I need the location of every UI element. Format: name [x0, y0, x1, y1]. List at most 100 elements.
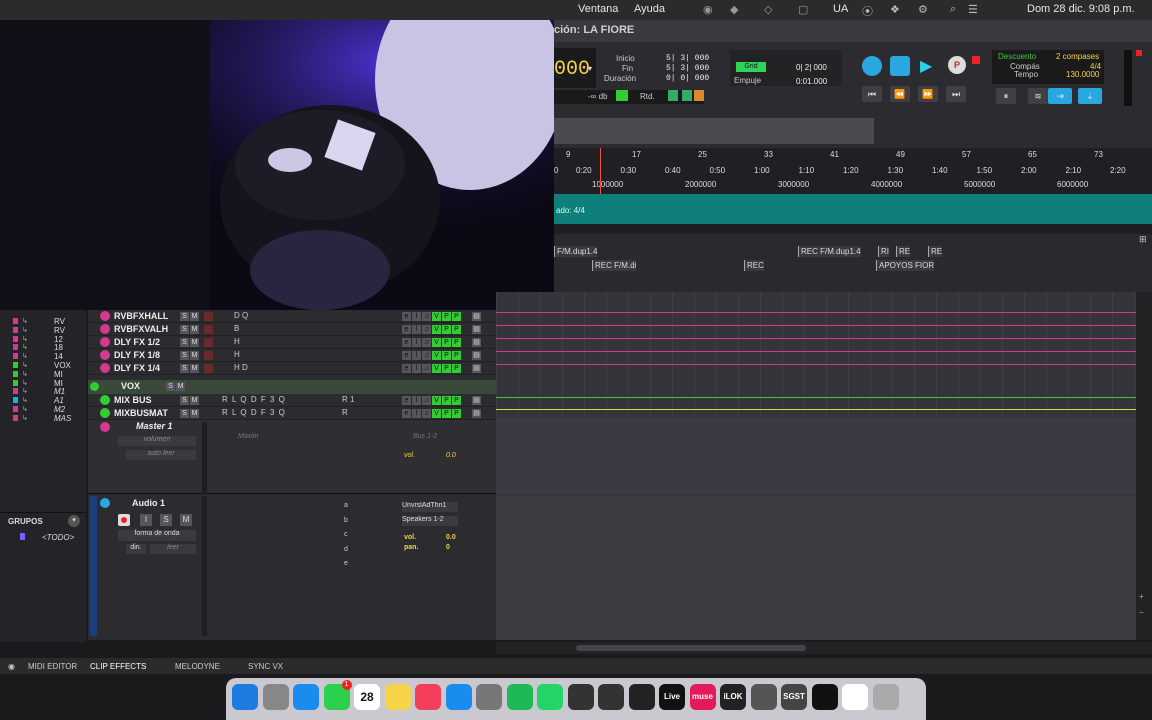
mute-button[interactable]: M: [190, 325, 199, 334]
track-list-item[interactable]: 12: [54, 335, 63, 344]
link-selection-button[interactable]: ⇥: [1048, 88, 1072, 104]
dock-piano-icon[interactable]: [811, 684, 838, 710]
rewind-button[interactable]: ⏪: [890, 86, 910, 102]
menu-ventana[interactable]: Ventana: [578, 3, 618, 15]
dock-live-icon[interactable]: Live: [659, 684, 685, 710]
insert-slots[interactable]: D Q: [234, 311, 248, 320]
inicio-value[interactable]: 5| 3| 000: [666, 54, 709, 63]
automation-line[interactable]: [496, 338, 1136, 339]
track-io-button[interactable]: e: [402, 396, 411, 405]
clock-datetime[interactable]: Dom 28 dic. 9:08 p.m.: [1027, 3, 1135, 15]
vertical-scrollbar[interactable]: + −: [1136, 292, 1152, 640]
track-io-button[interactable]: l: [412, 396, 421, 405]
track-io-button[interactable]: V: [432, 338, 441, 347]
dock-sgst-icon[interactable]: SGST: [781, 684, 807, 710]
marker[interactable]: RE: [928, 246, 943, 257]
marker[interactable]: F/M.dup1.4: [554, 246, 598, 257]
track-select-icon[interactable]: [100, 408, 110, 418]
bus-track-row[interactable]: MIXBUSMAT S M R L Q D F 3 Q Re l ♫ V P P ▤: [88, 407, 496, 420]
dock-ilok-icon[interactable]: iLOK: [720, 684, 746, 710]
dropbox-icon[interactable]: ❖: [890, 3, 900, 16]
track-list-item[interactable]: 14: [54, 352, 63, 361]
mute-button[interactable]: M: [180, 514, 192, 526]
solo-button[interactable]: S: [180, 338, 189, 347]
mute-button[interactable]: M: [190, 409, 199, 418]
midi-merge-icon[interactable]: [668, 90, 678, 101]
mute-button[interactable]: M: [190, 351, 199, 360]
counter-dropdown-icon[interactable]: ▾: [588, 64, 592, 73]
track-io-button[interactable]: ♫: [422, 325, 431, 334]
track-io-button[interactable]: l: [412, 312, 421, 321]
rewind-start-button[interactable]: ⏮: [862, 86, 882, 102]
automation-mode-selector[interactable]: auto leer: [126, 450, 196, 460]
master-track[interactable]: Master 1 volumen auto leer Maxim Bus 1-2 vol.…: [88, 420, 496, 494]
insert-slots[interactable]: H: [234, 350, 240, 359]
insert-slots[interactable]: R L Q D F 3 Q: [222, 395, 286, 404]
horizontal-scrollbar[interactable]: [496, 642, 1152, 654]
track-io-button[interactable]: V: [432, 409, 441, 418]
marker[interactable]: RI: [878, 246, 889, 257]
track-name[interactable]: MIX BUS: [114, 395, 152, 405]
track-io-button[interactable]: e: [402, 351, 411, 360]
solo-button[interactable]: S: [180, 364, 189, 373]
time-ruler[interactable]: 0 0:20 0:30 0:40 0:50 1:00 1:10 1:20 1:30 1:40 1:5…: [554, 164, 1152, 178]
marker[interactable]: REC F/M.di: [592, 260, 637, 271]
track-io-button[interactable]: l: [412, 325, 421, 334]
collapse-icon[interactable]: ◉: [8, 662, 15, 671]
mute-button[interactable]: M: [190, 396, 199, 405]
mute-button[interactable]: M: [190, 338, 199, 347]
track-list-item[interactable]: M1: [54, 387, 65, 396]
metre-ruler[interactable]: ado: 4/4: [554, 194, 1152, 224]
track-io-button[interactable]: V: [432, 351, 441, 360]
solo-button[interactable]: S: [180, 396, 189, 405]
dock-calendar-icon[interactable]: 28: [354, 684, 380, 710]
loop-icon[interactable]: [862, 56, 882, 76]
track-io-button[interactable]: V: [432, 396, 441, 405]
aux-track-row[interactable]: DLY FX 1/4 S M H De l ♫ V P P ▤: [88, 362, 496, 375]
fin-value[interactable]: 5| 3| 000: [666, 64, 709, 73]
send-slot[interactable]: b: [344, 517, 348, 524]
playhead[interactable]: [600, 148, 601, 194]
folder-track-vox[interactable]: VOX S M: [88, 380, 496, 394]
play-button[interactable]: ▶: [920, 56, 932, 76]
track-menu-icon[interactable]: ▤: [472, 396, 481, 405]
window-icon[interactable]: ▢: [798, 3, 808, 16]
pan-value[interactable]: 0: [446, 544, 450, 551]
solo-button[interactable]: S: [180, 325, 189, 334]
automation-line[interactable]: [496, 364, 1136, 365]
automation-button[interactable]: [204, 325, 213, 334]
bus-track-row[interactable]: MIX BUS S M R L Q D F 3 QR 1 e l ♫ V P P ▤: [88, 394, 496, 407]
track-io-button[interactable]: e: [402, 325, 411, 334]
tab-clip-effects[interactable]: CLIP EFFECTS: [90, 662, 146, 671]
countoff-icon[interactable]: [694, 90, 704, 101]
track-name[interactable]: DLY FX 1/4: [114, 363, 160, 373]
insertion-follow-button[interactable]: ⇣: [1078, 88, 1102, 104]
tab-sync-vx[interactable]: SYNC VX: [248, 662, 283, 671]
tempo-value[interactable]: 130.0000: [1066, 70, 1099, 79]
input-monitor-button[interactable]: I: [140, 514, 152, 526]
track-menu-icon[interactable]: ▤: [472, 364, 481, 373]
track-list-item[interactable]: MAS: [54, 414, 71, 423]
automation-button[interactable]: [204, 364, 213, 373]
automation-mode-selector[interactable]: leer: [150, 544, 196, 554]
dock-time-machine-icon[interactable]: [750, 684, 777, 710]
aux-track-row[interactable]: DLY FX 1/2 S M He l ♫ V P P ▤: [88, 336, 496, 349]
track-io-button[interactable]: P: [442, 312, 451, 321]
dock-safari-icon[interactable]: [293, 684, 319, 710]
track-io-button[interactable]: P: [452, 351, 461, 360]
record-button[interactable]: P: [948, 56, 966, 74]
track-select-icon[interactable]: [100, 350, 110, 360]
track-menu-icon[interactable]: ▤: [472, 325, 481, 334]
dock-music-icon[interactable]: [415, 684, 441, 710]
track-io-button[interactable]: l: [412, 338, 421, 347]
track-io-button[interactable]: ♫: [422, 409, 431, 418]
empuje-value[interactable]: 0:01.000: [796, 77, 827, 86]
metronome-icon[interactable]: [616, 90, 628, 101]
track-io-button[interactable]: P: [442, 409, 451, 418]
mute-button[interactable]: M: [190, 312, 199, 321]
groups-menu-icon[interactable]: ▾: [68, 515, 80, 527]
link-icon[interactable]: ◇: [764, 3, 772, 16]
track-io-button[interactable]: e: [402, 312, 411, 321]
output-selector[interactable]: Bus 1-2: [413, 433, 437, 440]
automation-button[interactable]: [204, 338, 213, 347]
